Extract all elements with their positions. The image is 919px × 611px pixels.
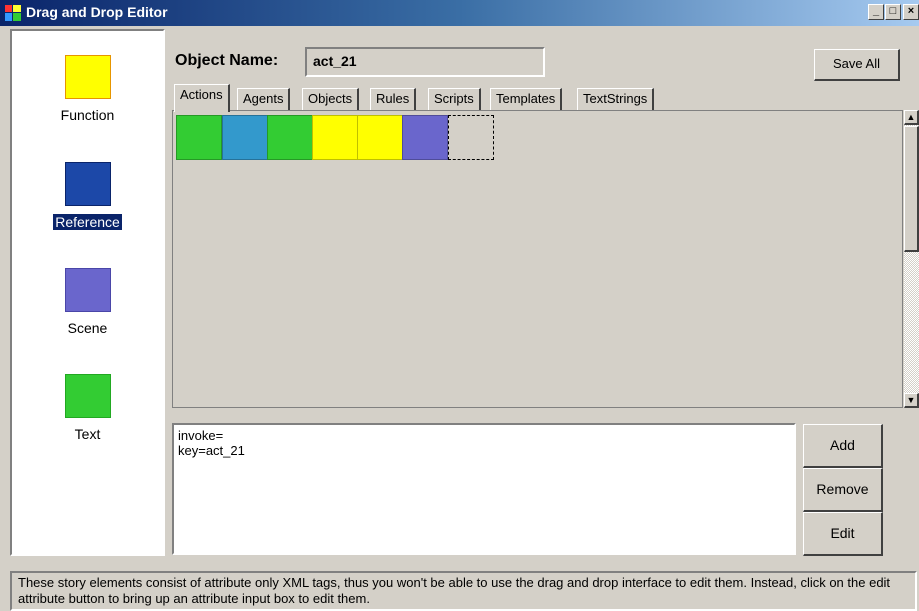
actions-workspace[interactable] xyxy=(172,110,903,408)
workspace-scrollbar[interactable]: ▲ ▼ xyxy=(904,110,919,408)
tab-objects[interactable]: Objects xyxy=(302,88,360,110)
workspace-block-text[interactable] xyxy=(267,115,313,160)
workspace-empty-slot[interactable] xyxy=(448,115,494,160)
minimize-button[interactable]: _ xyxy=(868,4,884,20)
app-icon xyxy=(5,5,21,21)
palette-label-scene: Scene xyxy=(67,320,108,336)
scrollbar-thumb[interactable] xyxy=(904,126,919,252)
window-title: Drag and Drop Editor xyxy=(26,4,168,20)
palette-item-reference[interactable]: Reference xyxy=(12,162,163,231)
attributes-textarea[interactable]: invoke= key=act_21 xyxy=(172,423,796,555)
remove-button[interactable]: Remove xyxy=(803,468,883,512)
palette-label-function: Function xyxy=(60,107,115,123)
palette-item-scene[interactable]: Scene xyxy=(12,268,163,336)
save-all-button[interactable]: Save All xyxy=(814,49,900,81)
object-name-field[interactable]: act_21 xyxy=(305,47,545,77)
workspace-block-text[interactable] xyxy=(176,115,222,160)
add-button[interactable]: Add xyxy=(803,424,883,468)
scroll-down-arrow-icon[interactable]: ▼ xyxy=(904,393,919,408)
maximize-button[interactable]: □ xyxy=(885,4,901,20)
close-button[interactable]: × xyxy=(903,4,919,20)
workspace-block-function[interactable] xyxy=(312,115,358,160)
element-palette: Function Reference Scene Text xyxy=(10,29,165,556)
tab-textstrings[interactable]: TextStrings xyxy=(577,88,655,110)
edit-button[interactable]: Edit xyxy=(803,512,883,556)
status-message: These story elements consist of attribut… xyxy=(10,571,917,611)
tab-agents[interactable]: Agents xyxy=(237,88,291,110)
scene-swatch-icon[interactable] xyxy=(64,268,111,312)
palette-label-text: Text xyxy=(74,426,101,442)
function-swatch-icon[interactable] xyxy=(64,55,111,99)
workspace-block-scene[interactable] xyxy=(402,115,448,160)
scroll-up-arrow-icon[interactable]: ▲ xyxy=(904,110,919,125)
tab-rules[interactable]: Rules xyxy=(370,88,417,110)
tab-scripts[interactable]: Scripts xyxy=(428,88,481,110)
tab-actions[interactable]: Actions xyxy=(174,84,230,112)
object-name-label: Object Name: xyxy=(175,52,279,69)
palette-item-function[interactable]: Function xyxy=(12,55,163,123)
text-swatch-icon[interactable] xyxy=(64,374,111,418)
reference-swatch-icon[interactable] xyxy=(64,162,111,206)
title-bar: Drag and Drop Editor _ □ × xyxy=(0,0,919,26)
workspace-block-reference[interactable] xyxy=(222,115,268,160)
palette-item-text[interactable]: Text xyxy=(12,374,163,442)
palette-label-reference: Reference xyxy=(52,213,123,231)
tab-templates[interactable]: Templates xyxy=(490,88,563,110)
workspace-block-function[interactable] xyxy=(357,115,403,160)
